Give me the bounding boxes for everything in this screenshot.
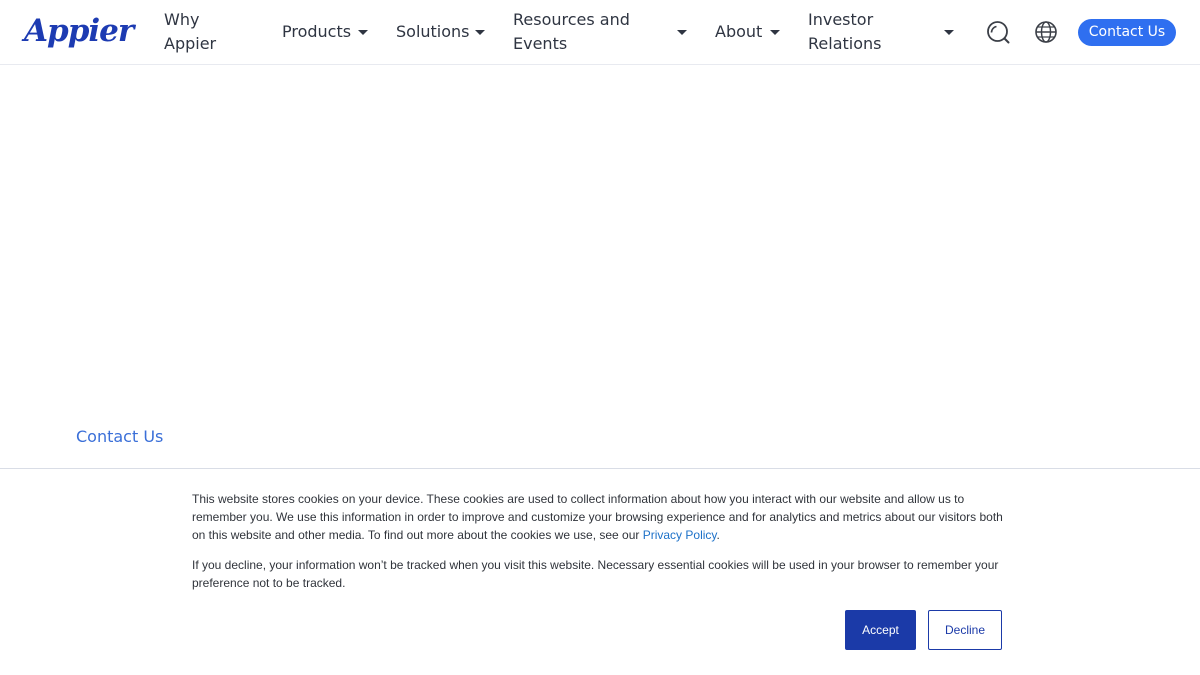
nav-investor-line2: Relations: [808, 34, 882, 53]
nav-why-appier-label: Why Appier: [164, 8, 216, 56]
nav-resources-label: Resources and Events: [513, 8, 630, 56]
cookie-notice-text: This website stores cookies on your devi…: [192, 490, 1007, 544]
page: Appier Why Appier Products Solutions Res…: [0, 0, 1200, 675]
chevron-down-icon: [677, 30, 687, 35]
contact-us-button[interactable]: Contact Us: [1078, 19, 1176, 46]
nav-why-appier[interactable]: Why Appier: [164, 8, 216, 56]
search-icon[interactable]: [986, 20, 1010, 44]
chevron-down-icon: [944, 30, 954, 35]
appier-logo[interactable]: Appier: [24, 11, 134, 51]
nav-about-label: About: [715, 22, 763, 41]
contact-us-link[interactable]: Contact Us: [76, 426, 163, 448]
nav-products[interactable]: Products: [282, 8, 351, 56]
nav-resources-and-events[interactable]: Resources and Events: [513, 8, 630, 56]
cookie-banner: This website stores cookies on your devi…: [0, 468, 1200, 675]
nav-products-label: Products: [282, 22, 352, 41]
nav-investor-label: Investor Relations: [808, 8, 881, 56]
nav-investor-line1: Investor: [808, 10, 874, 29]
nav-solutions[interactable]: Solutions: [396, 8, 470, 56]
nav-why-appier-line2: Appier: [164, 34, 217, 53]
cookie-decline-text: If you decline, your information won’t b…: [192, 558, 999, 590]
nav-resources-line1: Resources and: [513, 10, 630, 29]
globe-icon[interactable]: [1034, 20, 1058, 44]
nav-why-appier-line1: Why: [164, 10, 200, 29]
nav-about[interactable]: About: [715, 8, 762, 56]
chevron-down-icon: [358, 30, 368, 35]
decline-button[interactable]: Decline: [928, 610, 1002, 650]
nav-investor-relations[interactable]: Investor Relations: [808, 8, 881, 56]
accept-button[interactable]: Accept: [845, 610, 916, 650]
chevron-down-icon: [475, 30, 485, 35]
chevron-down-icon: [770, 30, 780, 35]
cookie-notice-period: .: [716, 528, 720, 542]
privacy-policy-link[interactable]: Privacy Policy: [643, 528, 717, 542]
cookie-notice-body: This website stores cookies on your devi…: [192, 492, 1003, 542]
nav-solutions-label: Solutions: [396, 22, 470, 41]
nav-resources-line2: Events: [513, 34, 568, 53]
site-header: Appier Why Appier Products Solutions Res…: [0, 0, 1200, 65]
